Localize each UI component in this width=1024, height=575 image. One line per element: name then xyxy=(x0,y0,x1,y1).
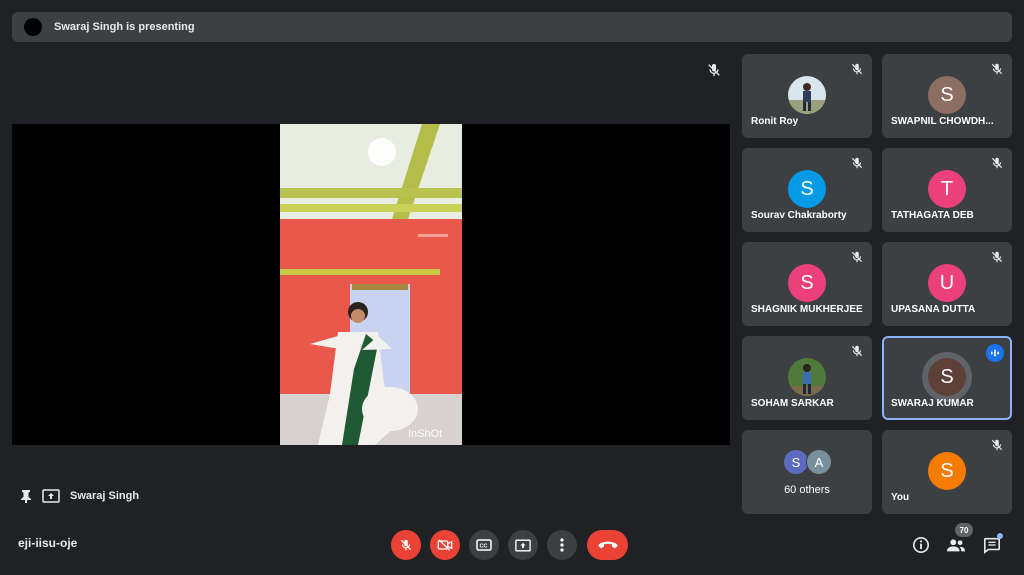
mic-off-icon xyxy=(851,345,863,357)
more-icon xyxy=(560,538,564,552)
avatar: U xyxy=(928,264,966,302)
end-call-icon xyxy=(597,541,618,549)
self-tile[interactable]: S You xyxy=(882,430,1012,514)
camera-toggle-button[interactable] xyxy=(430,530,460,560)
presenting-text: Swaraj Singh is presenting xyxy=(54,21,195,33)
presenter-info: Swaraj Singh xyxy=(20,486,139,506)
mic-off-icon xyxy=(851,251,863,263)
mic-off-icon xyxy=(400,539,412,551)
camera-off-icon xyxy=(437,539,453,551)
mic-off-icon xyxy=(991,63,1003,75)
avatar: A xyxy=(806,449,832,475)
mic-off-icon xyxy=(991,439,1003,451)
captions-icon: CC xyxy=(476,539,492,551)
participant-name: TATHAGATA DEB xyxy=(891,210,974,221)
participant-tile[interactable]: S SHAGNIK MUKHERJEE xyxy=(742,242,872,326)
participant-tile[interactable]: S SWAPNIL CHOWDH... xyxy=(882,54,1012,138)
avatar: S xyxy=(928,452,966,490)
avatar: T xyxy=(928,170,966,208)
mic-toggle-button[interactable] xyxy=(391,530,421,560)
participant-name: SOHAM SARKAR xyxy=(751,398,834,409)
participant-name: You xyxy=(891,492,910,503)
dancer-video-frame: InShOt xyxy=(280,124,462,445)
mic-off-icon xyxy=(708,64,720,76)
speaking-indicator-icon xyxy=(986,344,1004,362)
participant-name: SWARAJ KUMAR xyxy=(891,398,974,409)
pin-icon[interactable] xyxy=(20,489,32,503)
mic-off-icon xyxy=(991,251,1003,263)
chat-notification-dot xyxy=(997,533,1003,539)
participant-tile[interactable]: S Sourav Chakraborty xyxy=(742,148,872,232)
participant-tile[interactable]: Ronit Roy xyxy=(742,54,872,138)
mic-off-icon xyxy=(991,157,1003,169)
people-icon xyxy=(946,539,966,552)
watermark: InShOt xyxy=(408,428,442,440)
avatar xyxy=(788,76,826,114)
participant-tile[interactable]: T TATHAGATA DEB xyxy=(882,148,1012,232)
others-tile[interactable]: S A 60 others xyxy=(742,430,872,514)
meeting-code: eji-iisu-oje xyxy=(18,536,78,550)
meeting-details-button[interactable] xyxy=(911,535,931,555)
more-options-button[interactable] xyxy=(547,530,577,560)
present-icon xyxy=(515,539,531,551)
participant-name: Ronit Roy xyxy=(751,116,799,127)
avatar: S xyxy=(788,264,826,302)
mic-off-icon xyxy=(851,157,863,169)
participant-tile-active[interactable]: S SWARAJ KUMAR xyxy=(882,336,1012,420)
participant-name: SWAPNIL CHOWDH... xyxy=(891,116,994,127)
participant-tile[interactable]: SOHAM SARKAR xyxy=(742,336,872,420)
participant-name: Sourav Chakraborty xyxy=(751,210,847,221)
avatar: S xyxy=(928,358,966,396)
participant-count-badge: 70 xyxy=(955,523,973,537)
present-icon xyxy=(42,489,60,503)
avatar xyxy=(788,358,826,396)
shared-video: InShOt xyxy=(280,124,462,445)
avatar: S xyxy=(928,76,966,114)
presentation-stage: InShOt xyxy=(12,124,730,445)
svg-text:CC: CC xyxy=(480,544,488,550)
participant-name: UPASANA DUTTA xyxy=(891,304,976,315)
avatar: S xyxy=(788,170,826,208)
presenting-banner: Swaraj Singh is presenting xyxy=(12,12,1012,42)
presenter-name: Swaraj Singh xyxy=(70,490,140,502)
participant-name: SHAGNIK MUKHERJEE xyxy=(751,304,863,315)
present-now-button[interactable] xyxy=(508,530,538,560)
leave-call-button[interactable] xyxy=(587,530,628,560)
mic-off-icon xyxy=(851,63,863,75)
others-label: 60 others xyxy=(784,484,830,496)
participant-tile[interactable]: U UPASANA DUTTA xyxy=(882,242,1012,326)
captions-button[interactable]: CC xyxy=(469,530,499,560)
presenter-avatar xyxy=(24,18,42,36)
info-icon xyxy=(912,536,930,554)
people-button[interactable] xyxy=(946,535,966,555)
